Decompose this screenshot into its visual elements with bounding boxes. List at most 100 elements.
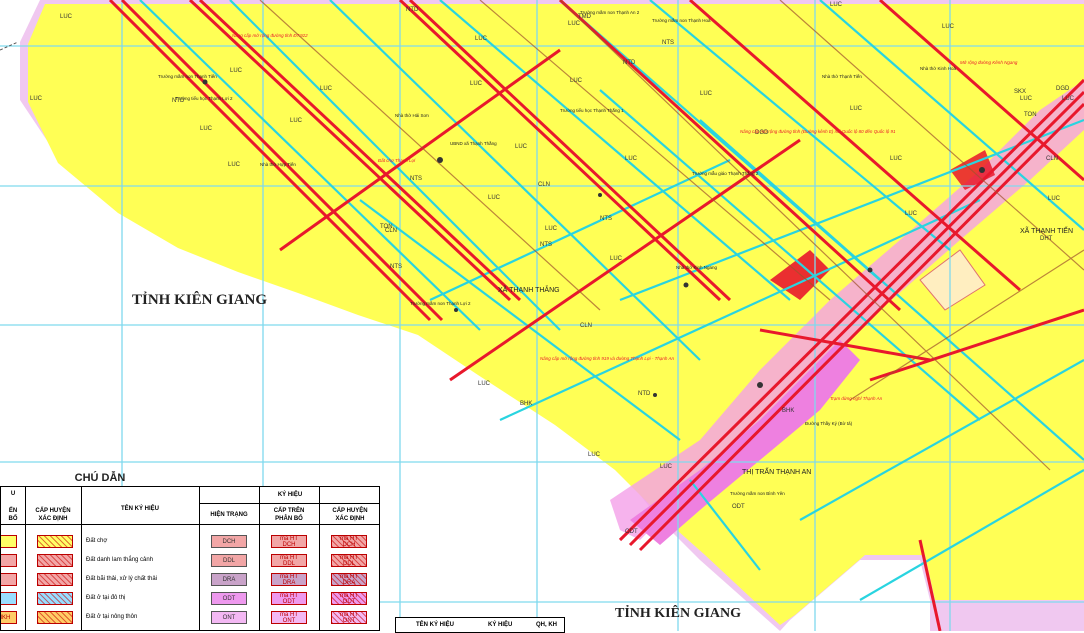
legend-title: CHÚ DẪN bbox=[74, 472, 126, 484]
place-note: Trường mầm non Thạnh An 2 bbox=[580, 10, 640, 15]
land-code: NTS bbox=[662, 40, 674, 46]
legend-header: CẤP TRÊN PHÂN BỔ bbox=[273, 508, 305, 522]
legend-swatch-current: DCH bbox=[211, 535, 247, 548]
legend-row-name: Đất danh lam thắng cảnh bbox=[86, 557, 154, 563]
legend-header: CẤP HUYỆN XÁC ĐỊNH bbox=[35, 508, 71, 522]
legend-swatch-district: mã HT ODT bbox=[331, 592, 367, 605]
land-code: LUC bbox=[700, 91, 713, 97]
legend-swatch-upper: mã HT DRA bbox=[271, 573, 307, 586]
place-note: Trường mầm non Thạnh Hoà bbox=[652, 18, 711, 23]
land-code: LUC bbox=[290, 118, 303, 124]
land-code: LUC bbox=[610, 256, 623, 262]
land-code: NTD bbox=[638, 391, 651, 397]
land-code: LUC bbox=[588, 452, 601, 458]
land-code: LUC bbox=[1062, 96, 1075, 102]
place-note: Nhà thờ Kinh Hoà bbox=[920, 66, 956, 71]
plan-note: Mở rộng đường Kênh Ngang bbox=[960, 59, 1018, 65]
legend-header: CẤP HUYỆN XÁC ĐỊNH bbox=[332, 508, 368, 522]
land-code: LUC bbox=[515, 144, 528, 150]
commune-label: XÃ THẠNH THẮNG bbox=[498, 285, 560, 294]
legend-swatch bbox=[1, 573, 17, 586]
legend-header: KÝ HIỆU bbox=[277, 492, 303, 498]
legend-swatch-upper: mã HT DCH bbox=[271, 535, 307, 548]
legend-swatch-district: mã HT DCH bbox=[331, 535, 367, 548]
land-code: ODT bbox=[732, 504, 745, 510]
legend-header: HIỆN TRẠNG bbox=[210, 512, 248, 518]
land-code: LUC bbox=[545, 226, 558, 232]
land-code: NTS bbox=[540, 242, 552, 248]
land-code: NTS bbox=[390, 264, 402, 270]
land-code: LUC bbox=[228, 162, 241, 168]
legend-swatch bbox=[1, 554, 17, 567]
land-code: LUC bbox=[625, 156, 638, 162]
land-code: LUC bbox=[570, 78, 583, 84]
land-code: LUC bbox=[478, 381, 491, 387]
place-note: Trường mầm non Bình Yên bbox=[730, 491, 785, 496]
legend-header: ẾN BỔ bbox=[8, 508, 18, 522]
land-code: LUC bbox=[1048, 196, 1061, 202]
legend-swatch bbox=[1, 535, 17, 548]
place-note: Trường tiểu học Thạnh Lợi 2 bbox=[175, 95, 233, 101]
land-code: LUC bbox=[830, 2, 843, 8]
legend-swatch: NKH bbox=[1, 611, 17, 624]
land-code: LUC bbox=[200, 126, 213, 132]
legend-swatch-current: DDL bbox=[211, 554, 247, 567]
land-code: LUC bbox=[568, 21, 581, 27]
land-code: LUC bbox=[30, 96, 43, 102]
place-note: Trường mẫu giáo Thạnh Thắng 2 bbox=[692, 170, 759, 176]
place-note: Đường Thầy Ký (Bờ tả) bbox=[805, 421, 853, 426]
land-code: CLN bbox=[580, 323, 592, 329]
plan-note: Nâng cấp mở rộng đường tỉnh 919 và đường… bbox=[540, 355, 674, 361]
plan-note: Nâng cấp mở rộng đường tỉnh ĐT.922 bbox=[232, 32, 308, 38]
land-code: LUC bbox=[470, 81, 483, 87]
land-code: NTS bbox=[600, 216, 612, 222]
place-note: Nhà thờ Thạnh Tiến bbox=[822, 74, 862, 79]
land-code: DGD bbox=[1056, 86, 1070, 92]
place-note: Trường mầm non Thạnh Tiến bbox=[158, 74, 217, 79]
place-note: Nhà thờ Kinh Ngang bbox=[676, 265, 717, 270]
land-code: LUC bbox=[942, 24, 955, 30]
legend2-plan: QH, KH bbox=[536, 622, 557, 628]
legend-row-name: Đất bãi thải, xử lý chất thải bbox=[86, 576, 158, 582]
legend2-symbol: KÝ HIỆU bbox=[488, 622, 513, 628]
land-code: LUC bbox=[850, 106, 863, 112]
legend-header: TÊN KÝ HIỆU bbox=[120, 506, 159, 512]
legend-swatch-current: DRA bbox=[211, 573, 247, 586]
legend-swatch-current: ONT bbox=[211, 611, 247, 624]
land-code: LUC bbox=[488, 195, 501, 201]
land-code: LUC bbox=[230, 68, 243, 74]
land-code: LUC bbox=[1020, 96, 1033, 102]
place-note: Trường tiểu học Thạnh Thắng 1 bbox=[560, 107, 624, 113]
province-label: TỈNH KIÊN GIANG bbox=[132, 292, 268, 308]
legend-swatch bbox=[37, 554, 73, 567]
land-code: LUC bbox=[60, 14, 73, 20]
land-code: TON bbox=[1024, 112, 1037, 118]
place-note: Nhà thờ Hải Sơn bbox=[395, 113, 429, 118]
legend-table: U ẾN BỔ CẤP HUYỆN XÁC ĐỊNH TÊN KÝ HIỆU K… bbox=[0, 486, 380, 631]
legend-swatch-upper: mã HT ONT bbox=[271, 611, 307, 624]
land-code: ODT bbox=[625, 529, 638, 535]
land-code: CLN bbox=[1046, 156, 1058, 162]
land-code: NTS bbox=[410, 176, 422, 182]
land-code: LUC bbox=[320, 86, 333, 92]
land-code: LUC bbox=[905, 211, 918, 217]
land-code: CLN bbox=[538, 182, 550, 188]
land-code: LUC bbox=[890, 156, 903, 162]
legend-swatch bbox=[37, 573, 73, 586]
plan-note: Nâng cấp mở rộng đường tỉnh (Đường kênh … bbox=[740, 128, 896, 134]
plan-note: Đất chợ Thạnh Lợi bbox=[378, 157, 416, 163]
place-note: Trường mầm non Thạnh Lợi 2 bbox=[410, 301, 471, 306]
legend-swatch bbox=[37, 611, 73, 624]
land-code: LUC bbox=[660, 464, 673, 470]
land-code: LUC bbox=[475, 36, 488, 42]
land-code: NTD bbox=[623, 60, 636, 66]
legend-swatch-upper: mã HT ODT bbox=[271, 592, 307, 605]
legend-swatch-district: mã HT ONT bbox=[331, 611, 367, 624]
legend-swatch-upper: mã HT DDL bbox=[271, 554, 307, 567]
legend-swatch bbox=[1, 592, 17, 605]
legend-swatch-district: mã HT DRA bbox=[331, 573, 367, 586]
place-note: UBND xã Thạnh Thắng bbox=[450, 140, 497, 146]
place-note: Nhà thờ Hợp Tiến bbox=[260, 162, 296, 167]
legend-row-name: Đất ở tại nông thôn bbox=[86, 614, 138, 620]
legend-swatch bbox=[37, 535, 73, 548]
